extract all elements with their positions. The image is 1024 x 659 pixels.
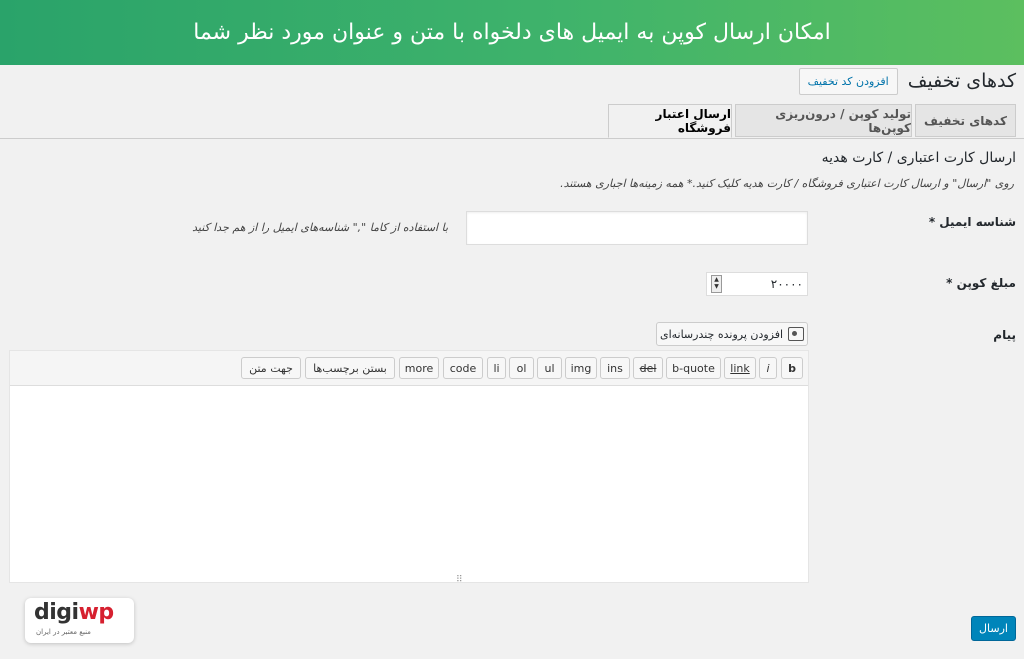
resize-icon[interactable]: ⠿ [456, 575, 463, 585]
tab-coupons[interactable]: کدهای تخفیف [915, 104, 1016, 137]
add-coupon-button[interactable]: افزودن کد تخفیف [798, 67, 898, 95]
message-label: پیام [993, 328, 1016, 342]
section-description: روی "ارسال" و ارسال کارت اعتباری فروشگاه… [560, 177, 1014, 190]
email-label: شناسه ایمیل * [928, 215, 1016, 229]
qt-ins-button[interactable]: ins [600, 357, 630, 379]
promo-banner: امکان ارسال کوپن به ایمیل های دلخواه با … [0, 0, 1024, 65]
section-title: ارسال کارت اعتباری / کارت هدیه [821, 150, 1016, 166]
coupon-amount-value: ۲۰۰۰۰ [770, 277, 803, 291]
qt-italic-button[interactable]: i [759, 357, 777, 379]
message-editor[interactable]: b i link b-quote del ins img ul ol li co… [9, 350, 809, 585]
qt-ul-button[interactable]: ul [537, 357, 562, 379]
qt-text-direction-button[interactable]: جهت متن [241, 357, 301, 379]
send-button[interactable]: ارسال [971, 616, 1016, 641]
qt-ol-button[interactable]: ol [509, 357, 534, 379]
logo-wordmark: digiwp [34, 600, 114, 625]
tab-send-store-credit[interactable]: ارسال اعتبار فروشگاه [608, 104, 732, 138]
coupon-amount-input[interactable]: ▲ ▼ ۲۰۰۰۰ [706, 272, 808, 296]
tab-generate-coupons[interactable]: تولید کوپن / درون‌ریزی کوپن‌ها [735, 104, 912, 137]
qt-del-button[interactable]: del [633, 357, 663, 379]
qt-code-button[interactable]: code [443, 357, 483, 379]
email-hint: با استفاده از کاما "," شناسه‌های ایمیل ر… [192, 221, 448, 234]
media-icon [788, 327, 805, 341]
qt-blockquote-button[interactable]: b-quote [666, 357, 721, 379]
digiwp-logo: digiwp منبع معتبر در ایران [25, 598, 134, 643]
quicktags-toolbar: b i link b-quote del ins img ul ol li co… [10, 351, 808, 386]
logo-tagline: منبع معتبر در ایران [36, 628, 91, 636]
qt-img-button[interactable]: img [565, 357, 597, 379]
qt-bold-button[interactable]: b [781, 357, 803, 379]
email-field[interactable] [466, 211, 808, 245]
amount-label: مبلغ کوپن * [946, 276, 1016, 290]
qt-more-button[interactable]: more [399, 357, 439, 379]
page-title: کدهای تخفیف [907, 70, 1016, 92]
qt-li-button[interactable]: li [487, 357, 506, 379]
page-header: کدهای تخفیف افزودن کد تخفیف [798, 66, 1016, 96]
nav-tab-wrapper: کدهای تخفیف تولید کوپن / درون‌ریزی کوپن‌… [0, 104, 1024, 139]
spinner-icon[interactable]: ▲ ▼ [711, 275, 722, 293]
qt-link-button[interactable]: link [724, 357, 756, 379]
add-media-label: افزودن پرونده چندرسانه‌ای [659, 327, 784, 341]
add-media-button[interactable]: افزودن پرونده چندرسانه‌ای [656, 322, 808, 346]
banner-text: امکان ارسال کوپن به ایمیل های دلخواه با … [193, 20, 831, 45]
qt-close-tags-button[interactable]: بستن برچسب‌ها [305, 357, 395, 379]
